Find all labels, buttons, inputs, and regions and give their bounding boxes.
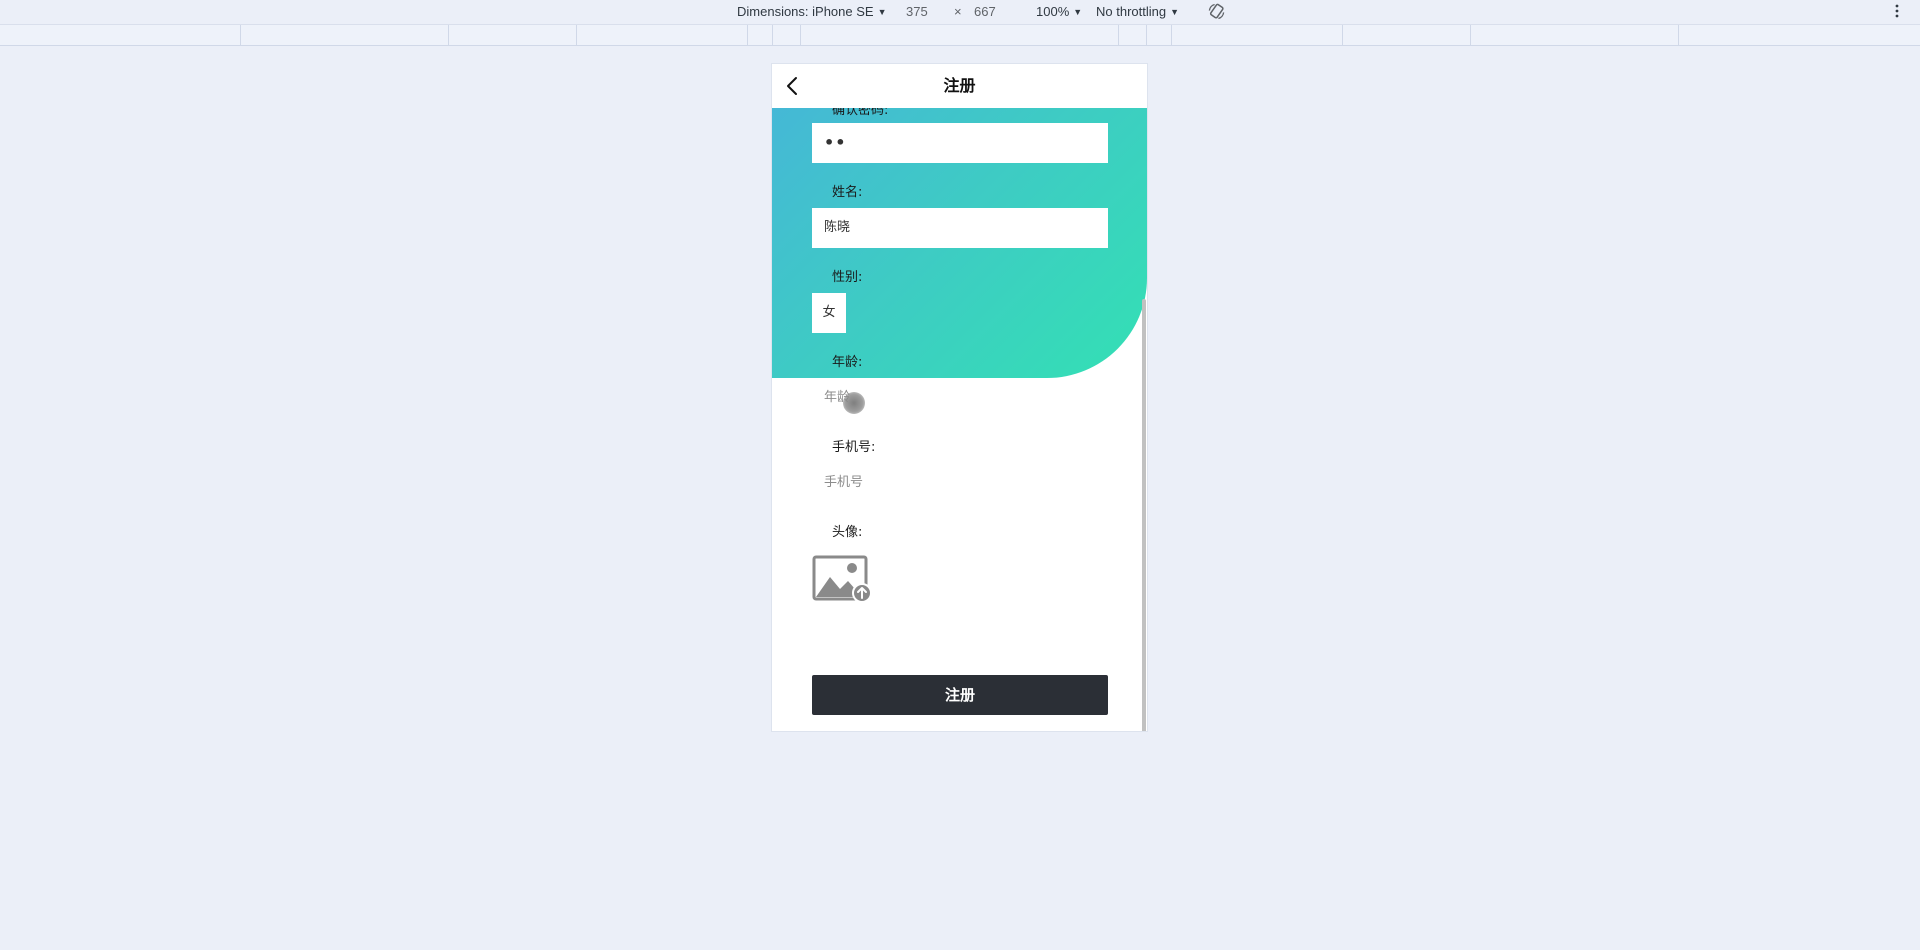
page-title: 注册 [943,76,976,95]
kebab-menu-icon[interactable] [1894,2,1900,20]
ruler-tick [448,25,449,45]
name-label: 姓名: [832,185,863,200]
rotate-icon[interactable] [1207,2,1226,21]
image-upload-icon[interactable] [812,555,872,603]
caret-down-icon: ▼ [877,7,887,17]
zoom-select-label: 100% [1036,4,1070,19]
nav-bar: 注册 [772,64,1147,108]
ruler-tick [1678,25,1679,45]
confirm-password-input[interactable]: •• [812,123,1108,163]
ruler-tick [1342,25,1343,45]
media-query-ruler [0,24,1920,46]
device-select[interactable]: Dimensions: iPhone SE ▼ [737,4,887,19]
phone-label: 手机号: [832,440,876,455]
confirm-password-label: 确认密码: [832,108,889,118]
caret-down-icon: ▼ [1073,7,1083,17]
scrollbar[interactable] [1142,299,1146,731]
devtools-device-toolbar: Dimensions: iPhone SE ▼ 375 × 667 100% ▼ N… [0,0,1920,24]
height-input[interactable]: 667 [974,4,996,19]
ruler-tick [800,25,801,45]
register-form-area: 确认密码: •• 姓名: 陈晓 性别: 女 年龄: 年龄 手机号: 手机号 头像… [772,108,1147,731]
ruler-tick [1470,25,1471,45]
throttling-select-label: No throttling [1096,4,1167,19]
phone-input[interactable]: 手机号 [812,463,1108,503]
touch-cursor [843,392,865,414]
register-button[interactable]: 注册 [812,675,1108,715]
age-label: 年龄: [832,355,863,370]
zoom-select[interactable]: 100% ▼ [1036,4,1082,19]
device-select-label: Dimensions: iPhone SE [737,4,874,19]
dimension-separator: × [954,4,962,19]
ruler-tick [1146,25,1147,45]
gender-select[interactable]: 女 [812,293,846,333]
avatar-label: 头像: [832,525,863,540]
throttling-select[interactable]: No throttling ▼ [1096,4,1179,19]
phone-viewport: 注册 确认密码: •• 姓名: 陈晓 性别: 女 年龄: 年龄 手机号: 手机号… [772,64,1147,731]
ruler-tick [1118,25,1119,45]
width-input[interactable]: 375 [906,4,928,19]
caret-down-icon: ▼ [1170,7,1180,17]
ruler-tick [1171,25,1172,45]
name-input[interactable]: 陈晓 [812,208,1108,248]
ruler-tick [747,25,748,45]
ruler-tick [240,25,241,45]
ruler-tick [576,25,577,45]
ruler-tick [772,25,773,45]
gender-label: 性别: [832,270,863,285]
